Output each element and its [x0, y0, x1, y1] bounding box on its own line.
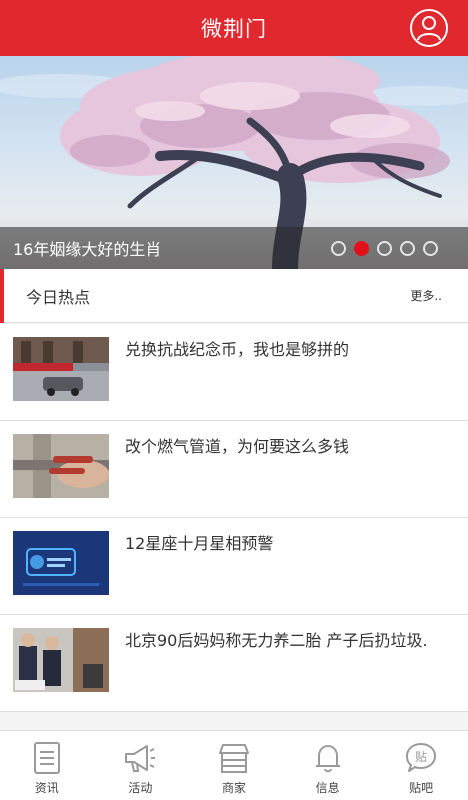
profile-button[interactable]	[410, 9, 448, 47]
tab-label: 商家	[221, 781, 246, 795]
app-title: 微荆门	[201, 17, 267, 41]
banner-caption: 16年姻缘大好的生肖	[13, 240, 162, 259]
tab-label: 信息	[315, 781, 340, 795]
news-thumbnail	[13, 628, 109, 692]
document-icon	[33, 742, 60, 774]
app-header: 微荆门	[0, 0, 468, 56]
forum-glyph: 贴	[415, 750, 427, 764]
tab-merchants[interactable]: 商家	[187, 731, 281, 800]
news-item[interactable]: 12星座十月星相预警	[0, 518, 468, 615]
store-icon	[218, 744, 249, 773]
banner-carousel[interactable]: 16年姻缘大好的生肖	[0, 56, 468, 269]
tab-label: 活动	[128, 781, 153, 795]
tab-news[interactable]: 资讯	[0, 731, 94, 800]
tab-messages[interactable]: 信息	[281, 731, 375, 800]
carousel-dot[interactable]	[354, 241, 369, 256]
news-item[interactable]: 北京90后妈妈称无力养二胎 产子后扔垃圾.	[0, 615, 468, 712]
news-thumbnail	[13, 434, 109, 498]
bell-icon	[315, 745, 340, 773]
section-title: 今日热点	[26, 287, 91, 307]
section-accent-bar	[0, 269, 4, 323]
news-item[interactable]: 兑换抗战纪念币，我也是够拼的	[0, 324, 468, 421]
news-title: 改个燃气管道，为何要这么多钱	[125, 437, 350, 456]
hot-section-header: 今日热点 更多..	[0, 269, 468, 323]
news-thumbnail	[13, 531, 109, 595]
carousel-dot[interactable]	[331, 241, 346, 256]
tab-label: 贴吧	[409, 781, 434, 795]
news-title: 12星座十月星相预警	[125, 534, 274, 553]
more-link[interactable]: 更多..	[410, 287, 442, 304]
tab-label: 资讯	[34, 781, 59, 795]
news-title: 兑换抗战纪念币，我也是够拼的	[125, 340, 350, 359]
user-icon	[417, 16, 441, 41]
tab-events[interactable]: 活动	[94, 731, 188, 800]
news-list: 兑换抗战纪念币，我也是够拼的 改个燃气管道，为何要这么多钱 12星座十月星相预警…	[0, 324, 468, 712]
chat-bubble-icon: 贴	[406, 743, 437, 772]
carousel-indicators	[331, 241, 438, 256]
megaphone-icon	[125, 745, 156, 772]
carousel-dot[interactable]	[400, 241, 415, 256]
carousel-dot[interactable]	[423, 241, 438, 256]
news-title: 北京90后妈妈称无力养二胎 产子后扔垃圾.	[125, 631, 428, 650]
carousel-dot[interactable]	[377, 241, 392, 256]
news-thumbnail	[13, 337, 109, 401]
tab-forum[interactable]: 贴 贴吧	[374, 731, 468, 800]
news-item[interactable]: 改个燃气管道，为何要这么多钱	[0, 421, 468, 518]
bottom-tab-bar: 资讯 活动 商家 信息 贴 贴吧	[0, 730, 468, 800]
